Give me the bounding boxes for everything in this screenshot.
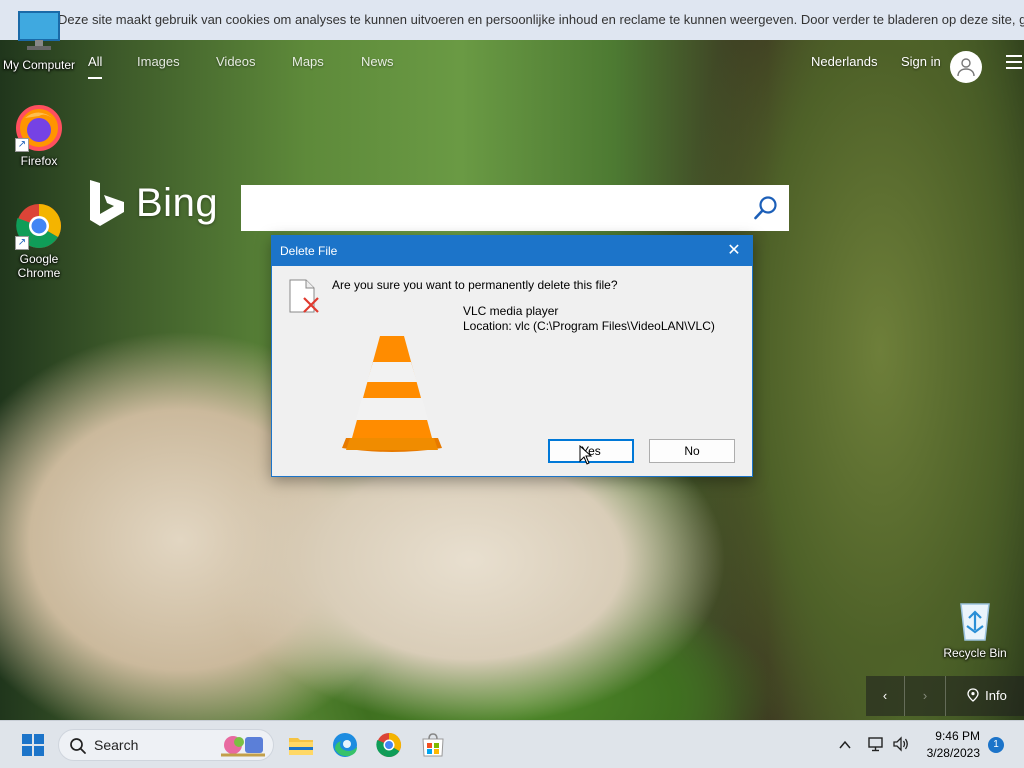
search-input[interactable] bbox=[241, 185, 755, 231]
notification-badge[interactable]: 1 bbox=[988, 737, 1004, 753]
desktop-icon-label: Google Chrome bbox=[17, 252, 61, 280]
file-location: Location: vlc (C:\Program Files\VideoLAN… bbox=[463, 319, 715, 333]
computer-icon bbox=[15, 8, 63, 56]
next-image-icon[interactable]: › bbox=[905, 676, 945, 716]
info-label: Info bbox=[985, 688, 1007, 703]
nav-active-underline bbox=[88, 77, 102, 79]
bing-b-icon bbox=[90, 180, 124, 226]
edge-icon[interactable] bbox=[329, 729, 361, 761]
desktop-icon-label: Firefox bbox=[20, 154, 58, 168]
image-info-button[interactable]: Info bbox=[952, 676, 1022, 716]
nav-maps[interactable]: Maps bbox=[292, 54, 324, 69]
dialog-question: Are you sure you want to permanently del… bbox=[332, 278, 618, 292]
search-box bbox=[241, 185, 789, 231]
desktop-icon-label: My Computer bbox=[2, 58, 76, 72]
cookie-banner-text: Deze site maakt gebruik van cookies om a… bbox=[58, 12, 1024, 27]
clock-time[interactable]: 9:46 PM bbox=[918, 729, 980, 743]
volume-icon[interactable] bbox=[892, 735, 910, 753]
sign-in-link[interactable]: Sign in bbox=[901, 54, 941, 69]
file-meta: VLC media player Location: vlc (C:\Progr… bbox=[463, 304, 715, 334]
vlc-cone-icon bbox=[342, 336, 442, 452]
desktop-icon-firefox[interactable]: ↗ Firefox bbox=[1, 104, 77, 168]
chrome-icon[interactable] bbox=[373, 729, 405, 761]
dialog-body: Are you sure you want to permanently del… bbox=[272, 266, 752, 476]
search-highlight-icon bbox=[221, 736, 265, 757]
desktop-icon-recycle-bin[interactable]: Recycle Bin bbox=[937, 596, 1013, 660]
bing-nav: All Images Videos Maps News Nederlands S… bbox=[0, 40, 1024, 84]
previous-image-icon[interactable]: ‹ bbox=[866, 676, 904, 716]
nav-news[interactable]: News bbox=[361, 54, 394, 69]
search-icon bbox=[70, 738, 86, 754]
nav-all[interactable]: All bbox=[88, 54, 102, 69]
nav-videos[interactable]: Videos bbox=[216, 54, 256, 69]
file-name: VLC media player bbox=[463, 304, 559, 318]
photo-controls: ‹ › Info bbox=[866, 676, 1024, 716]
desktop-icon-my-computer[interactable]: My Computer bbox=[1, 8, 77, 72]
chrome-icon: ↗ bbox=[15, 202, 63, 250]
shortcut-arrow-icon: ↗ bbox=[15, 138, 29, 152]
desktop-icon-google-chrome[interactable]: ↗ Google Chrome bbox=[1, 202, 77, 280]
search-icon[interactable] bbox=[753, 195, 779, 221]
firefox-icon: ↗ bbox=[15, 104, 63, 152]
taskbar: Search 9:46 PM 3/28/2023 1 bbox=[0, 720, 1024, 768]
bing-wordmark: Bing bbox=[136, 180, 219, 225]
shortcut-arrow-icon: ↗ bbox=[15, 236, 29, 250]
taskbar-search-label: Search bbox=[94, 737, 139, 753]
delete-file-icon bbox=[289, 279, 319, 313]
network-icon[interactable] bbox=[867, 735, 885, 753]
desktop-icon-label: Recycle Bin bbox=[943, 646, 1007, 660]
recycle-bin-icon bbox=[951, 596, 999, 644]
dialog-title: Delete File bbox=[280, 244, 338, 258]
avatar[interactable] bbox=[950, 51, 982, 83]
file-explorer-icon[interactable] bbox=[285, 729, 317, 761]
dialog-titlebar[interactable]: Delete File ✕ bbox=[272, 236, 752, 266]
microsoft-store-icon[interactable] bbox=[417, 729, 449, 761]
hamburger-menu-icon[interactable] bbox=[1006, 55, 1022, 73]
mouse-cursor-icon bbox=[579, 445, 593, 465]
no-button[interactable]: No bbox=[649, 439, 735, 463]
language-link[interactable]: Nederlands bbox=[811, 54, 878, 69]
user-icon bbox=[957, 58, 975, 77]
location-pin-icon bbox=[967, 688, 979, 702]
taskbar-search[interactable]: Search bbox=[58, 729, 274, 761]
bing-logo: Bing bbox=[88, 178, 218, 228]
nav-images[interactable]: Images bbox=[137, 54, 180, 69]
cookie-banner: Deze site maakt gebruik van cookies om a… bbox=[0, 0, 1024, 40]
delete-file-dialog: Delete File ✕ Are you sure you want to p… bbox=[271, 235, 753, 477]
close-icon[interactable]: ✕ bbox=[722, 236, 746, 266]
clock-date[interactable]: 3/28/2023 bbox=[918, 746, 980, 760]
divider bbox=[945, 676, 946, 716]
chevron-up-icon[interactable] bbox=[838, 738, 852, 752]
windows-start-icon[interactable] bbox=[17, 729, 49, 761]
